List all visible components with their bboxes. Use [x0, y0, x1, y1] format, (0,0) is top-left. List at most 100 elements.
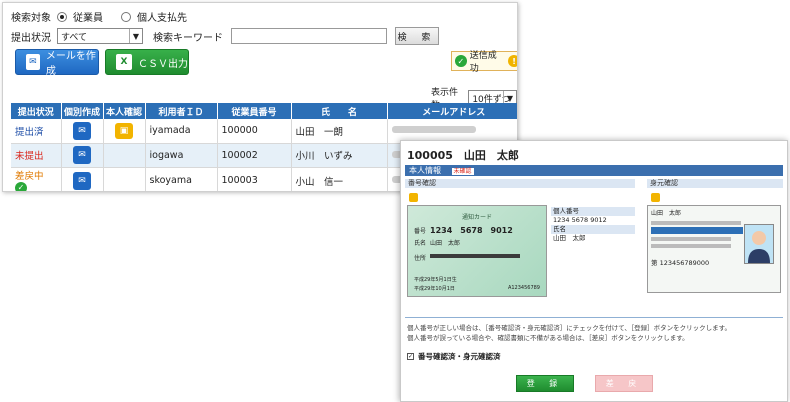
status-cell[interactable]: 差戻中 ✓	[11, 167, 62, 191]
info-value: 1234 5678 9012	[553, 216, 607, 224]
col-status[interactable]: 提出状況	[11, 103, 62, 119]
csv-export-label: ＣＳＶ出力	[138, 58, 188, 70]
id-card-icon[interactable]: ▣	[115, 122, 133, 139]
search-filter-row: 提出状況 すべて ▼ 検索キーワード 検 索	[11, 27, 439, 45]
id-check-cell	[103, 143, 146, 168]
detail-title: 100005 山田 太郎	[407, 149, 519, 162]
identity-check-window: 100005 山田 太郎 本人情報 未確認 番号確認 身元確認 通知カード 番号…	[400, 140, 788, 402]
reject-button[interactable]: 差 戻	[595, 375, 653, 392]
register-button[interactable]: 登 録	[516, 375, 574, 392]
confirm-checkbox[interactable]: ✓	[407, 353, 414, 360]
user-id-cell: skoyama	[145, 167, 218, 191]
status-filter-label: 提出状況	[11, 32, 51, 44]
excel-icon: X	[116, 54, 132, 70]
radio-payee[interactable]	[121, 11, 131, 22]
number-check-header: 番号確認	[405, 179, 635, 188]
user-id-cell: iyamada	[145, 119, 218, 144]
card-number-label: 番号	[414, 228, 427, 235]
license-name: 山田 太郎	[651, 210, 682, 217]
create-cell: ✉	[61, 143, 104, 168]
number-info-table: 個人番号 1234 5678 9012 氏名 山田 太郎	[551, 207, 635, 243]
edit-icon[interactable]	[409, 193, 418, 202]
drivers-license-image: 山田 太郎 第 123456789000	[647, 205, 781, 293]
create-cell: ✉	[61, 119, 104, 144]
info-value: 山田 太郎	[553, 234, 586, 242]
send-success-toast: ✓ 送信成功 !	[451, 51, 517, 74]
name-cell: 小山 信一	[291, 167, 388, 191]
mail-icon[interactable]: ✉	[73, 171, 91, 190]
create-mail-label: メールを作成	[45, 51, 96, 77]
search-target-label: 検索対象	[11, 13, 51, 24]
card-address-line	[430, 254, 521, 258]
license-validity-band	[651, 227, 743, 234]
confirm-checkbox-label: 番号確認済・身元確認済	[418, 352, 501, 361]
section-header: 本人情報 未確認	[405, 165, 783, 176]
edit-icon[interactable]	[651, 193, 660, 202]
card-birth-date: 平成29年5月1日生	[414, 277, 457, 283]
check-circle-icon: ✓	[455, 55, 467, 67]
info-label: 個人番号	[551, 207, 635, 216]
create-mail-button[interactable]: ✉ メールを作成	[15, 49, 99, 77]
unconfirmed-badge: 未確認	[451, 168, 474, 175]
mail-icon: ✉	[26, 54, 40, 70]
license-line	[651, 244, 731, 248]
info-label: 氏名	[551, 225, 635, 234]
card-name-label: 氏名	[414, 240, 427, 247]
notification-card-image: 通知カード 番号 1234 5678 9012 氏名 山田 太郎 住所 平成29…	[407, 205, 547, 297]
instruction-notes: 個人番号が正しい場合は、［番号確認済・身元確認済］にチェックを付けて、［登録］ボ…	[407, 323, 731, 343]
card-number-row: 番号 1234 5678 9012	[408, 225, 546, 236]
radio-employee[interactable]	[57, 11, 67, 22]
redacted-email	[391, 126, 476, 134]
section-title: 本人情報	[409, 166, 441, 175]
col-emp-no[interactable]: 従業員番号	[217, 103, 292, 119]
keyword-input[interactable]	[231, 28, 387, 44]
emp-no-cell: 100000	[217, 119, 292, 144]
search-button[interactable]: 検 索	[395, 27, 439, 45]
card-number: 1234 5678 9012	[430, 226, 513, 235]
csv-export-button[interactable]: X ＣＳＶ出力	[105, 49, 189, 75]
mail-icon[interactable]: ✉	[73, 121, 91, 140]
col-name[interactable]: 氏 名	[291, 103, 388, 119]
emp-no-cell: 100003	[217, 167, 292, 191]
mail-icon[interactable]: ✉	[73, 146, 91, 164]
table-header-row: 提出状況 個別作成 本人確認 利用者ＩＤ 従業員番号 氏 名 メールアドレス	[11, 103, 517, 119]
card-issue-date: 平成29年10月1日	[414, 286, 455, 292]
toast-text: 送信成功	[469, 51, 497, 74]
divider	[405, 317, 783, 318]
note-line: 個人番号が誤っている場合や、確認書類に不備がある場合は、［差戻］ボタンをクリック…	[407, 334, 689, 342]
radio-payee-label: 個人支払先	[137, 13, 187, 24]
card-name: 山田 太郎	[430, 240, 461, 247]
card-address-label: 住所	[414, 255, 427, 262]
name-cell: 山田 一朗	[291, 119, 388, 144]
id-check-cell	[103, 167, 146, 191]
col-create[interactable]: 個別作成	[61, 103, 104, 119]
note-line: 個人番号が正しい場合は、［番号確認済・身元確認済］にチェックを付けて、［登録］ボ…	[407, 324, 732, 332]
card-address-row: 住所	[408, 253, 546, 262]
status-cell[interactable]: 未提出	[11, 143, 62, 168]
col-user-id[interactable]: 利用者ＩＤ	[145, 103, 218, 119]
id-check-cell: ▣	[103, 119, 146, 144]
license-line	[651, 221, 741, 225]
license-line	[651, 237, 731, 241]
search-target-row: 検索対象 従業員 個人支払先	[11, 9, 187, 24]
status-select-value: すべて	[61, 32, 88, 43]
chevron-down-icon: ▼	[129, 29, 142, 43]
status-text: 差戻中	[15, 170, 44, 182]
card-code: A123456789	[507, 285, 540, 291]
card-name-row: 氏名 山田 太郎	[408, 238, 546, 247]
col-email[interactable]: メールアドレス	[387, 103, 517, 119]
col-id-check[interactable]: 本人確認	[103, 103, 146, 119]
user-id-cell: iogawa	[145, 143, 218, 168]
name-cell: 小川 いずみ	[291, 143, 388, 168]
radio-employee-label: 従業員	[73, 13, 103, 24]
status-select[interactable]: すべて ▼	[57, 28, 143, 44]
person-icon	[748, 231, 770, 263]
keyword-label: 検索キーワード	[153, 32, 223, 44]
check-circle-icon: ✓	[15, 181, 27, 191]
status-cell[interactable]: 提出済	[11, 119, 62, 144]
confirm-row: ✓ 番号確認済・身元確認済	[407, 351, 501, 362]
warning-icon: !	[508, 55, 517, 67]
identity-check-header: 身元確認	[647, 179, 783, 188]
card-footer-row: 平成29年10月1日 A123456789	[408, 283, 546, 292]
photo	[744, 224, 774, 264]
